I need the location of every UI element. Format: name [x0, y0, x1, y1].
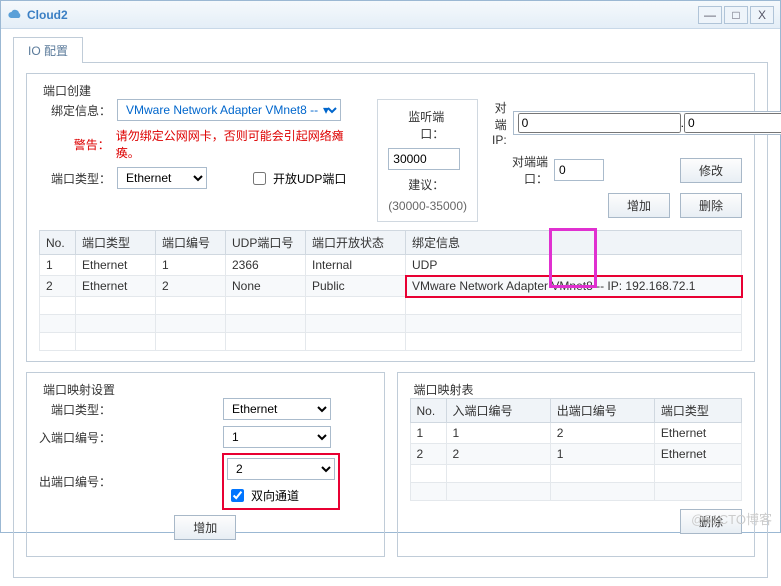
type-label: 端口类型：: [39, 170, 111, 187]
table-row[interactable]: 221Ethernet: [410, 444, 742, 465]
tab-panel: 端口创建 绑定信息： VMware Network Adapter VMnet8…: [13, 62, 768, 578]
peer-ip-input[interactable]: . . .: [513, 111, 781, 135]
app-logo: Cloud2: [7, 7, 68, 23]
table-row: [410, 483, 742, 501]
cloud-icon: [7, 7, 23, 23]
delete-button[interactable]: 删除: [680, 193, 742, 218]
type-select[interactable]: Ethernet: [117, 167, 207, 189]
port-create-title: 端口创建: [39, 82, 95, 99]
bind-label: 绑定信息：: [39, 102, 111, 119]
open-udp-checkbox[interactable]: 开放UDP端口: [249, 169, 346, 188]
listen-label: 监听端口：: [388, 108, 444, 142]
warn-text: 请勿绑定公网网卡，否则可能会引起网络瘫痪。: [116, 127, 364, 161]
port-create-box: 端口创建 绑定信息： VMware Network Adapter VMnet8…: [26, 73, 755, 362]
table-row[interactable]: 2Ethernet2NonePublicVMware Network Adapt…: [40, 276, 742, 297]
listen-box: 监听端口： 建议： (30000-35000): [377, 99, 478, 222]
minimize-button[interactable]: —: [698, 6, 722, 24]
peer-ip-label: 对端IP:: [492, 99, 507, 147]
maximize-button[interactable]: □: [724, 6, 748, 24]
map-type-label: 端口类型：: [39, 401, 111, 418]
out-port-select[interactable]: 2: [227, 458, 335, 480]
content-area: IO 配置 端口创建 绑定信息： VMware Network Adapter …: [1, 29, 780, 586]
suggest-text: (30000-35000): [388, 199, 467, 213]
add-button[interactable]: 增加: [608, 193, 670, 218]
map-type-select[interactable]: Ethernet: [223, 398, 331, 420]
in-port-select[interactable]: 1: [223, 426, 331, 448]
peer-port-label: 对端端口：: [492, 153, 548, 187]
table-row: [40, 297, 742, 315]
app-title: Cloud2: [27, 8, 68, 22]
out-port-label: 出端口编号：: [39, 473, 111, 490]
port-map-table-box: 端口映射表 No.入端口编号出端口编号端口类型 112Ethernet 221E…: [397, 372, 756, 557]
port-map-table-title: 端口映射表: [410, 381, 478, 398]
modify-button[interactable]: 修改: [680, 158, 742, 183]
port-map-settings-title: 端口映射设置: [39, 381, 119, 398]
map-add-button[interactable]: 增加: [174, 515, 236, 540]
table-row[interactable]: 1Ethernet12366InternalUDP: [40, 255, 742, 276]
table-row: [40, 315, 742, 333]
titlebar: Cloud2 — □ X: [1, 1, 780, 29]
table-header: No.入端口编号出端口编号端口类型: [410, 399, 742, 423]
window-controls: — □ X: [698, 6, 774, 24]
peer-port-input[interactable]: [554, 159, 604, 181]
close-button[interactable]: X: [750, 6, 774, 24]
table-row[interactable]: 112Ethernet: [410, 423, 742, 444]
warn-label: 警告：: [39, 136, 110, 153]
table-row: [40, 333, 742, 351]
listen-input[interactable]: [388, 148, 460, 170]
suggest-label: 建议：: [388, 176, 444, 193]
table-header: No. 端口类型 端口编号 UDP端口号 端口开放状态 绑定信息: [40, 231, 742, 255]
in-port-label: 入端口编号：: [39, 429, 111, 446]
map-table: No.入端口编号出端口编号端口类型 112Ethernet 221Etherne…: [410, 398, 743, 501]
port-map-settings-box: 端口映射设置 端口类型： Ethernet 入端口编号： 1 出端口编号： 2 双向…: [26, 372, 385, 557]
table-row: [410, 465, 742, 483]
port-table: No. 端口类型 端口编号 UDP端口号 端口开放状态 绑定信息 1Ethern…: [39, 230, 742, 351]
bind-select[interactable]: VMware Network Adapter VMnet8 -- IP: 192…: [117, 99, 341, 121]
watermark: @51CTO博客: [691, 509, 772, 528]
tab-io-config[interactable]: IO 配置: [13, 37, 83, 63]
bidir-checkbox[interactable]: 双向通道: [227, 486, 335, 505]
